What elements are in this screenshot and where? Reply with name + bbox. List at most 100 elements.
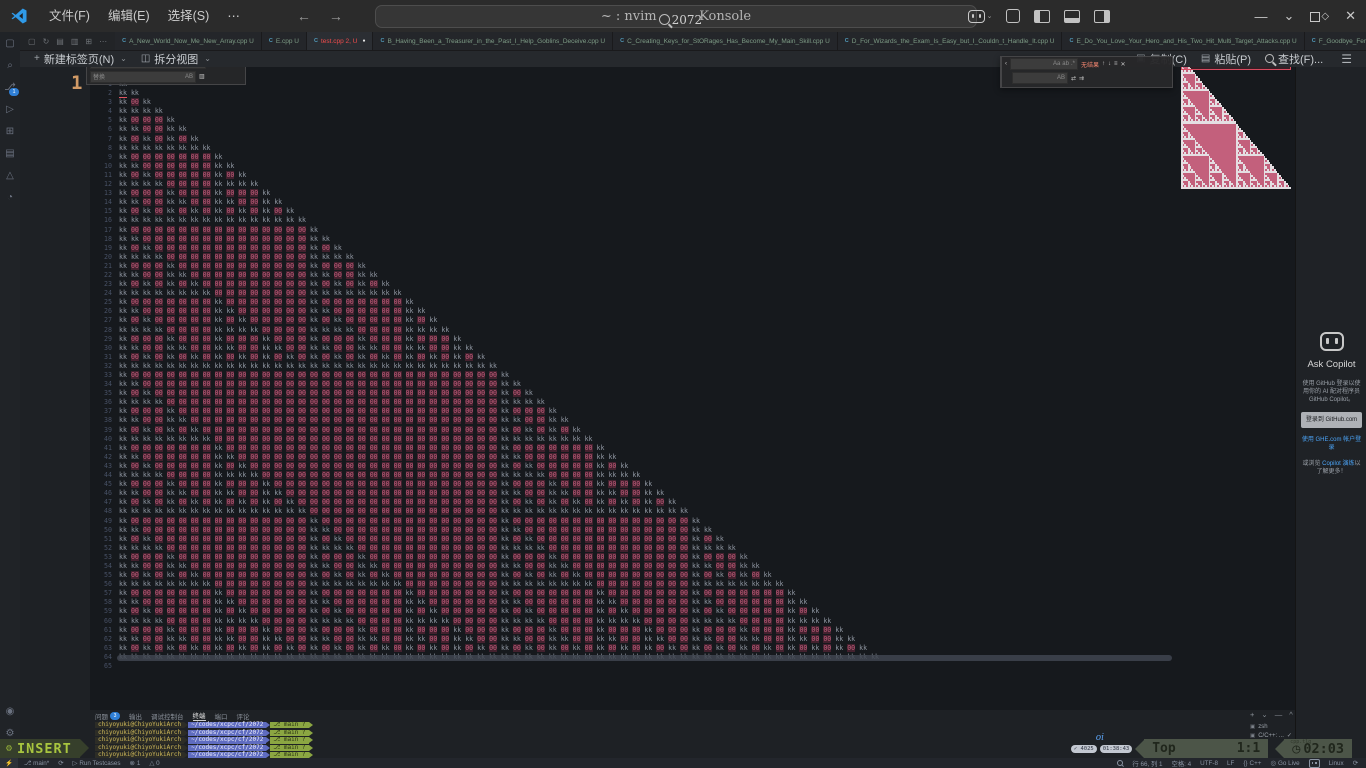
panel-tab-输出[interactable]: 输出 bbox=[129, 711, 142, 721]
find-prev-icon[interactable]: ↑ bbox=[1102, 61, 1105, 67]
tab-A_New_World_Now_Me_New_Array.cpp[interactable]: CA_New_World_Now_Me_New_Array.cpp U bbox=[115, 32, 262, 50]
replace-one-icon[interactable]: ⇄ bbox=[1071, 75, 1076, 82]
tab-strip-icon-5[interactable]: ⋯ bbox=[99, 37, 107, 46]
status-right-2[interactable]: 空格: 4 bbox=[1172, 759, 1192, 768]
status-right-6[interactable]: ◎Go Live bbox=[1270, 760, 1299, 767]
menu-bar: 文件(F)编辑(E)选择(S)⋯ bbox=[40, 0, 249, 32]
tab-E_Do_You_Love_Your_Hero_and_His_Two_Hit_Multi_Target_Attacks.cpp[interactable]: CE_Do_You_Love_Your_Hero_and_His_Two_Hit… bbox=[1062, 32, 1304, 50]
panel-control-icon-1[interactable]: ⌄ bbox=[1261, 710, 1267, 719]
ghe-signin-link[interactable]: 使用 GHE.com 帐户登录 bbox=[1300, 436, 1363, 452]
timer-icon[interactable]: ◔ bbox=[0, 186, 20, 208]
find-button[interactable]: 查找(F)... bbox=[1265, 51, 1323, 67]
tab-strip-icon-0[interactable]: ▢ bbox=[28, 37, 36, 46]
find-input[interactable]: Aa ab .* bbox=[1010, 58, 1078, 70]
horizontal-scrollbar[interactable] bbox=[117, 655, 1172, 661]
window-minimize-button[interactable]: — bbox=[1254, 9, 1267, 24]
panel-control-icon-2[interactable]: — bbox=[1275, 710, 1283, 719]
nav-back-icon[interactable]: ← bbox=[297, 8, 311, 24]
cpp-file-icon: C bbox=[620, 38, 624, 44]
tab-label: C_Creating_Keys_for_StORages_Has_Become_… bbox=[627, 38, 830, 45]
code-line: 9kk 00 00 00 00 00 00 00 kk bbox=[90, 153, 1295, 162]
github-signin-button[interactable]: 登录到 GitHub.com bbox=[1301, 412, 1362, 428]
tab-strip-icon-4[interactable]: ⊞ bbox=[85, 37, 92, 46]
tab-C_Creating_Keys_for_StORages_Has_Become_My_Main_Skill.cpp[interactable]: CC_Creating_Keys_for_StORages_Has_Become… bbox=[613, 32, 838, 50]
menu-item-2[interactable]: 选择(S) bbox=[159, 0, 219, 32]
replace-input[interactable]: AB bbox=[1012, 72, 1068, 84]
window-close-button[interactable]: ✕ bbox=[1345, 8, 1356, 24]
nav-forward-icon[interactable]: → bbox=[329, 8, 343, 24]
background-replace-input[interactable]: 替换 AB bbox=[90, 71, 196, 83]
panel-tab-终端[interactable]: 终端 bbox=[193, 710, 206, 721]
panel-tab-问题[interactable]: 问题3 bbox=[95, 711, 120, 721]
status-right-7[interactable] bbox=[1309, 759, 1320, 768]
toggle-secondary-sidebar-icon[interactable] bbox=[1094, 10, 1110, 23]
split-view-button[interactable]: ◫ 拆分视图 ⌄ bbox=[141, 51, 211, 67]
source-control-icon[interactable]: ⎇1 bbox=[0, 76, 20, 98]
preserve-case-icon[interactable]: AB bbox=[185, 74, 193, 80]
find-collapse-icon[interactable]: ‹ bbox=[1005, 61, 1007, 67]
prompt-path: ~/codes/xcpc/cf/2072 bbox=[188, 722, 266, 728]
new-tab-button[interactable]: + 新建标签页(N) ⌄ bbox=[34, 51, 127, 67]
profile-icon[interactable] bbox=[1006, 9, 1020, 23]
replace-extra-icon[interactable]: ▥ bbox=[199, 73, 205, 80]
menu-item-0[interactable]: 文件(F) bbox=[40, 0, 99, 32]
window-restore-button[interactable]: ◇ bbox=[1310, 11, 1329, 22]
tab-F_Goodbye_Fervier_Life.cpp[interactable]: CF_Goodbye_Fervier_Life.cpp U bbox=[1305, 32, 1366, 50]
account-icon[interactable]: ◉ bbox=[0, 700, 20, 722]
find-in-selection-icon[interactable]: ≡ bbox=[1114, 61, 1118, 67]
status-right-5[interactable]: {}C++ bbox=[1243, 760, 1261, 767]
tab-strip-icon-3[interactable]: ▥ bbox=[71, 37, 79, 46]
status-right-3[interactable]: UTF-8 bbox=[1200, 760, 1218, 767]
settings-icon[interactable]: ⚙ bbox=[0, 722, 20, 744]
tab-D_For_Wizards_the_Exam_Is_Easy_but_I_Couldn_t_Handle_It.cpp[interactable]: CD_For_Wizards_the_Exam_Is_Easy_but_I_Co… bbox=[838, 32, 1063, 50]
status-right-9[interactable]: ⟳ bbox=[1353, 760, 1358, 767]
status-left-4[interactable]: △0 bbox=[149, 760, 159, 767]
search-icon[interactable]: ⌕ bbox=[0, 54, 20, 76]
find-close-icon[interactable]: ✕ bbox=[1121, 61, 1126, 68]
testing-icon[interactable]: △ bbox=[0, 164, 20, 186]
terminal-output[interactable]: chiyoyuki@ChiyoYukiArch~/codes/xcpc/cf/2… bbox=[95, 722, 313, 760]
tab-strip-icon-2[interactable]: ▤ bbox=[56, 37, 64, 46]
status-right-4[interactable]: LF bbox=[1227, 760, 1234, 767]
panel-control-icon-3[interactable]: ^ bbox=[1289, 710, 1293, 719]
menu-item-1[interactable]: 编辑(E) bbox=[99, 0, 159, 32]
tab-test.cpp[interactable]: Ctest.cpp 2, U● bbox=[307, 32, 374, 50]
menu-item-3[interactable]: ⋯ bbox=[218, 0, 249, 32]
explorer-icon[interactable]: ▢ bbox=[0, 32, 20, 54]
command-center[interactable]: ~ : nvim 2072 Konsole bbox=[375, 5, 977, 28]
status-left-3[interactable]: ⊗1 bbox=[130, 760, 141, 767]
panel-tab-端口[interactable]: 端口 bbox=[215, 711, 228, 721]
window-chevron-icon[interactable]: ⌄ bbox=[1283, 8, 1294, 24]
copilot-titlebar-icon[interactable]: ⌄ bbox=[968, 10, 993, 23]
toggle-sidebar-icon[interactable] bbox=[1034, 10, 1050, 23]
remote-explorer-icon[interactable]: ▤ bbox=[0, 142, 20, 164]
paste-button[interactable]: ▤ 粘贴(P) bbox=[1201, 51, 1251, 67]
toggle-panel-icon[interactable] bbox=[1064, 10, 1080, 23]
remote-indicator[interactable]: ⚡ bbox=[0, 758, 18, 768]
preserve-case-icon[interactable]: AB bbox=[1057, 75, 1065, 81]
hamburger-menu-icon[interactable]: ☰ bbox=[1341, 52, 1352, 66]
whole-word-icon[interactable]: ab bbox=[1062, 61, 1069, 67]
line-number: 57 bbox=[90, 589, 112, 598]
tab-strip-icon-1[interactable]: ↻ bbox=[43, 37, 50, 46]
panel-tab-调试控制台[interactable]: 调试控制台 bbox=[151, 711, 184, 721]
status-left-1[interactable]: ⟳ bbox=[58, 760, 63, 767]
panel-tab-评论[interactable]: 评论 bbox=[237, 711, 250, 721]
status-left-2[interactable]: ▷Run Testcases bbox=[73, 760, 121, 767]
regex-icon[interactable]: .* bbox=[1071, 61, 1075, 67]
status-right-0[interactable] bbox=[1117, 760, 1123, 766]
status-right-1[interactable]: 行 66, 列 1 bbox=[1132, 759, 1162, 768]
replace-all-icon[interactable]: ⇉ bbox=[1079, 75, 1084, 82]
status-right-8[interactable]: Linux bbox=[1329, 760, 1344, 767]
walkthrough-link[interactable]: Copilot 演练 bbox=[1322, 461, 1354, 467]
tab-B_Having_Been_a_Treasurer_in_the_Past_I_Help_Goblins_Deceive.cpp[interactable]: CB_Having_Been_a_Treasurer_in_the_Past_I… bbox=[373, 32, 613, 50]
nvim-editor[interactable]: 1kk2kk kk3kk 00 kk4kk kk kk kk5kk 00 00 … bbox=[90, 67, 1295, 710]
minimap[interactable] bbox=[1181, 58, 1291, 189]
match-case-icon[interactable]: Aa bbox=[1053, 61, 1060, 67]
run-debug-icon[interactable]: ▷ bbox=[0, 98, 20, 120]
tab-E.cpp[interactable]: CE.cpp U bbox=[262, 32, 307, 50]
status-left-0[interactable]: ⎇main* bbox=[24, 760, 49, 767]
panel-control-icon-0[interactable]: + bbox=[1250, 710, 1254, 719]
extensions-icon[interactable]: ⊞ bbox=[0, 120, 20, 142]
find-next-icon[interactable]: ↓ bbox=[1108, 61, 1111, 67]
